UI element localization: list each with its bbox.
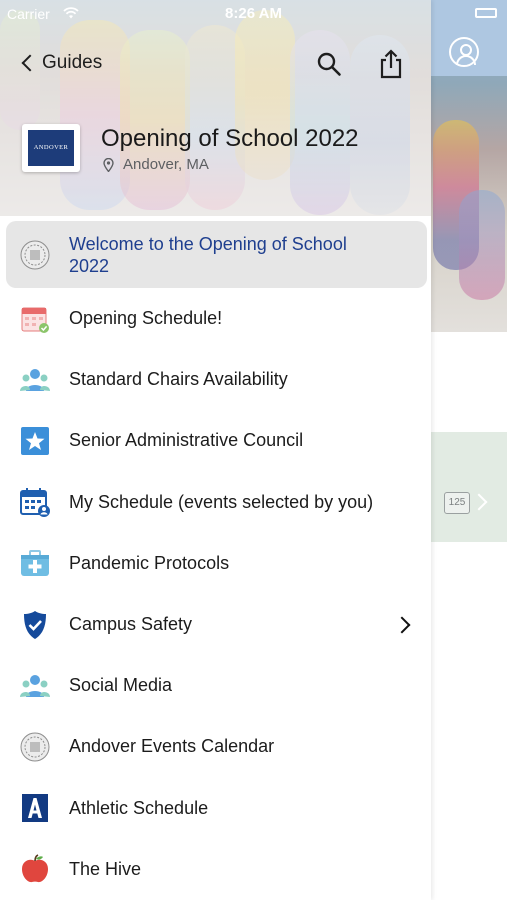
background-card-badge: 125: [444, 492, 470, 514]
guide-title: Opening of School 2022: [101, 125, 359, 152]
menu-item-label: My Schedule (events selected by you): [69, 491, 374, 512]
guide-logo-text: ANDOVER: [28, 130, 74, 166]
menu-item-events-calendar[interactable]: Andover Events Calendar: [0, 716, 431, 777]
apple-icon: [22, 854, 48, 883]
menu-item-label: The Hive: [69, 858, 142, 879]
letter-a-icon: [22, 794, 48, 823]
guide-location: Andover, MA: [103, 156, 209, 173]
menu-item-label: Welcome to the Opening of School 2022: [69, 233, 347, 276]
first-aid-kit-icon: [21, 550, 49, 577]
calendar-check-icon: [21, 307, 49, 333]
police-badge-icon: [24, 610, 46, 639]
profile-icon[interactable]: [449, 37, 479, 67]
menu-item-label: Campus Safety: [69, 614, 193, 635]
guide-menu: Welcome to the Opening of School 2022 Op…: [0, 216, 431, 900]
chevron-left-icon: [21, 54, 39, 72]
star-icon: [21, 426, 49, 455]
status-bar: Carrier 8:26 AM: [0, 4, 431, 24]
menu-item-my-schedule[interactable]: My Schedule (events selected by you): [0, 472, 431, 533]
location-pin-icon: [103, 157, 114, 172]
drawer-header: Carrier 8:26 AM Guides ANDOVER Opening o…: [0, 0, 431, 216]
menu-item-campus-safety[interactable]: Campus Safety: [0, 594, 431, 655]
menu-item-welcome[interactable]: Welcome to the Opening of School 2022: [6, 221, 427, 288]
menu-item-senior-council[interactable]: Senior Administrative Council: [0, 410, 431, 471]
menu-item-label: Standard Chairs Availability: [69, 369, 288, 390]
menu-item-the-hive[interactable]: The Hive: [0, 839, 431, 900]
share-icon[interactable]: [379, 49, 403, 79]
menu-item-standard-chairs[interactable]: Standard Chairs Availability: [0, 349, 431, 410]
background-menu-icon: [475, 8, 497, 18]
header-cover-photo: [0, 0, 431, 216]
back-button[interactable]: Guides: [20, 52, 102, 74]
menu-item-label: Andover Events Calendar: [69, 736, 275, 757]
menu-item-opening-schedule[interactable]: Opening Schedule!: [0, 288, 431, 349]
menu-item-label: Social Media: [69, 675, 173, 696]
background-card[interactable]: [431, 432, 507, 542]
menu-item-label: Pandemic Protocols: [69, 552, 230, 573]
navigation-bar: Guides: [0, 44, 431, 88]
back-button-label: Guides: [42, 52, 103, 73]
guide-logo: ANDOVER: [22, 124, 80, 172]
navigation-drawer: Carrier 8:26 AM Guides ANDOVER Opening o…: [0, 0, 431, 900]
menu-item-label: Senior Administrative Council: [69, 430, 304, 451]
seal-icon: [20, 240, 50, 269]
menu-item-pandemic-protocols[interactable]: Pandemic Protocols: [0, 533, 431, 594]
menu-item-label: Athletic Schedule: [69, 797, 209, 818]
guide-location-label: Andover, MA: [123, 156, 209, 173]
menu-item-label: Opening Schedule!: [69, 308, 223, 329]
seal-icon: [20, 732, 50, 762]
calendar-user-icon: [20, 488, 50, 518]
menu-item-social-media[interactable]: Social Media: [0, 655, 431, 716]
chevron-right-icon: [393, 616, 411, 634]
menu-item-athletic-schedule[interactable]: Athletic Schedule: [0, 778, 431, 839]
group-icon: [20, 368, 50, 391]
search-icon[interactable]: [316, 51, 342, 77]
group-icon: [20, 674, 50, 697]
status-time: 8:26 AM: [225, 5, 282, 22]
